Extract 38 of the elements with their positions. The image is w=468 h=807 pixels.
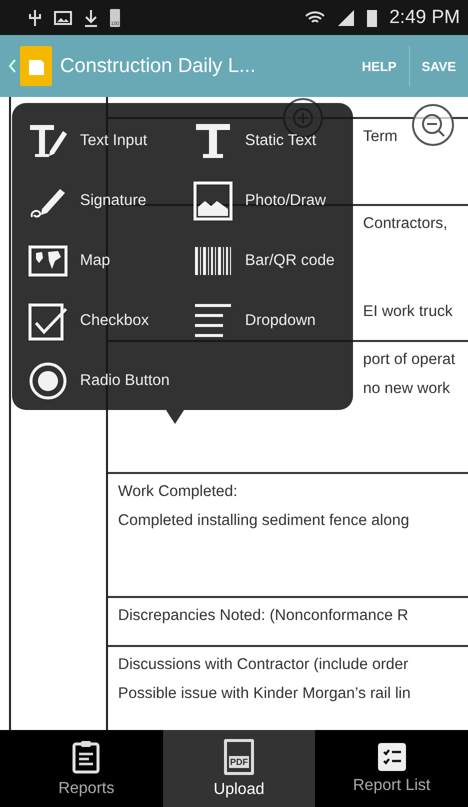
field-type-option[interactable]: Bar/QR code	[193, 231, 353, 291]
form-text: no new work	[363, 378, 450, 398]
serif-t-icon	[193, 121, 233, 161]
form-text: Term	[363, 127, 398, 147]
form-text: Discussions with Contractor (include order	[118, 655, 408, 675]
image-icon	[54, 10, 72, 24]
field-type-option[interactable]: Text Input	[28, 111, 193, 171]
download-icon	[84, 8, 98, 26]
form-text: Work Completed:	[118, 482, 238, 502]
zoom-out-button[interactable]	[412, 104, 454, 146]
field-type-option[interactable]: Map	[28, 231, 193, 291]
checkbox-icon	[28, 301, 68, 341]
form-text: Contractors,	[363, 214, 448, 234]
field-type-option[interactable]: Signature	[28, 171, 193, 231]
field-type-option[interactable]: Checkbox	[28, 291, 193, 351]
clipboard-icon	[72, 740, 100, 774]
field-type-option[interactable]: Static Text	[193, 111, 353, 171]
battery-icon	[367, 8, 378, 26]
form-text: EI work truck	[363, 302, 453, 322]
checklist-icon	[378, 742, 406, 770]
signal-icon	[337, 10, 356, 26]
form-text: Discrepancies Noted: (Nonconformance R	[118, 606, 408, 626]
field-type-option[interactable]: Dropdown	[193, 291, 353, 351]
clock-time: 2:49 PM	[389, 6, 460, 28]
app-logo-icon	[20, 46, 52, 86]
app-title: Construction Daily L...	[60, 54, 257, 78]
radio-icon	[28, 361, 68, 401]
usb-icon	[28, 8, 42, 26]
form-text: Possible issue with Kinder Morgan’s rail lin	[118, 684, 411, 704]
zoom-out-icon	[421, 113, 445, 137]
nav-tab[interactable]: PDF Upload	[162, 730, 316, 807]
form-text: port of operat	[363, 350, 456, 370]
field-type-option[interactable]: Radio Button	[28, 351, 193, 411]
field-type-option[interactable]: Photo/Draw	[193, 171, 353, 231]
form-text: Completed installing sediment fence along	[118, 510, 410, 530]
picture-icon	[193, 181, 233, 221]
pdf-file-icon: PDF	[224, 738, 254, 774]
wifi-icon	[305, 10, 326, 26]
